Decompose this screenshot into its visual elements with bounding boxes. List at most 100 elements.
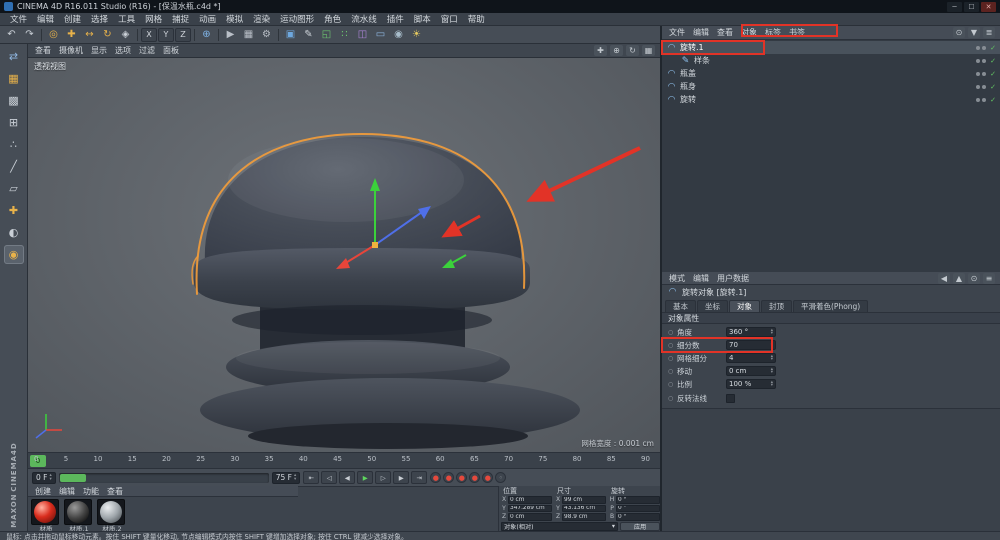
close-button[interactable]: ✕ xyxy=(981,2,996,12)
material-menu-item[interactable]: 创建 xyxy=(31,486,55,497)
material-menu-item[interactable]: 查看 xyxy=(103,486,127,497)
viewport-menu-item[interactable]: 显示 xyxy=(87,45,111,56)
camera-icon[interactable]: ◉ xyxy=(390,27,407,42)
menu-item[interactable]: 创建 xyxy=(59,13,86,25)
render-picture-viewer-icon[interactable]: ▦ xyxy=(240,27,257,42)
object-manager-menu-item[interactable]: 文件 xyxy=(665,27,689,38)
viewport[interactable]: 透视视图 网格宽度 : 0.001 cm xyxy=(28,58,660,452)
toolbar-icon[interactable] xyxy=(194,29,195,41)
material-dark[interactable]: 材质.1 xyxy=(64,499,94,533)
menu-item[interactable]: 工具 xyxy=(113,13,140,25)
attribute-tab[interactable]: 平滑着色(Phong) xyxy=(793,300,868,312)
search-icon[interactable]: ⊙ xyxy=(953,27,965,38)
panel-menu-icon[interactable]: ≡ xyxy=(983,273,995,284)
y-axis-lock-button[interactable]: Y xyxy=(158,28,174,42)
flip-normals-checkbox[interactable] xyxy=(726,394,735,403)
object-row-lathe-1[interactable]: ◠ 旋转.1 ✓ xyxy=(662,41,1000,54)
convert-editable-icon[interactable]: ⇄ xyxy=(4,47,24,66)
edges-mode-icon[interactable]: ╱ xyxy=(4,157,24,176)
stepper-icon[interactable]: ▴▾ xyxy=(771,368,773,375)
toggle-view-icon[interactable]: ▦ xyxy=(642,45,655,56)
material-red[interactable]: 材质 xyxy=(31,499,61,533)
coordinate-field[interactable]: 98.9 cm xyxy=(562,513,606,521)
attribute-menu-item[interactable]: 编辑 xyxy=(689,273,713,284)
subdivision-surface-icon[interactable]: ◱ xyxy=(318,27,335,42)
object-state-toggles[interactable]: ✓ xyxy=(976,44,996,52)
spline-pen-icon[interactable]: ✎ xyxy=(300,27,317,42)
timeline-power-slider[interactable] xyxy=(59,473,269,483)
filter-icon[interactable]: ▼ xyxy=(968,27,980,38)
record-scale-button[interactable]: ● xyxy=(469,472,480,483)
current-frame-field[interactable]: 0 F ▴▾ xyxy=(32,472,56,484)
object-manager-menu-item[interactable]: 查看 xyxy=(713,27,737,38)
coordinate-field[interactable]: 0 ° xyxy=(616,505,660,513)
record-parameter-button[interactable]: ◦ xyxy=(495,472,506,483)
coordinate-field[interactable]: 0 ° xyxy=(616,513,660,521)
end-frame-field[interactable]: 75 F ▴▾ xyxy=(272,472,301,484)
floor-icon[interactable]: ▭ xyxy=(372,27,389,42)
viewport-menu-item[interactable]: 摄像机 xyxy=(55,45,87,56)
attribute-menu-item[interactable]: 模式 xyxy=(665,273,689,284)
undo-icon[interactable]: ↶ xyxy=(3,27,20,42)
render-settings-icon[interactable]: ⚙ xyxy=(258,27,275,42)
object-row-lathe[interactable]: ◠ 旋转 ✓ xyxy=(662,93,1000,106)
stepper-icon[interactable]: ▴▾ xyxy=(771,329,773,336)
menu-item[interactable]: 编辑 xyxy=(32,13,59,25)
menu-item[interactable]: 动画 xyxy=(194,13,221,25)
coordinate-field[interactable]: 43.136 cm xyxy=(562,505,606,513)
menu-item[interactable]: 文件 xyxy=(5,13,32,25)
orbit-icon[interactable]: ↻ xyxy=(626,45,639,56)
menu-item[interactable]: 模拟 xyxy=(221,13,248,25)
material-menu-item[interactable]: 功能 xyxy=(79,486,103,497)
power-slider-handle[interactable] xyxy=(60,474,86,482)
object-manager-menu-item[interactable]: 书签 xyxy=(785,27,809,38)
viewport-solo-icon[interactable]: ◐ xyxy=(4,223,24,242)
menu-item[interactable]: 流水线 xyxy=(346,13,382,25)
light-icon[interactable]: ☀ xyxy=(408,27,425,42)
goto-start-button[interactable]: ⇤ xyxy=(303,471,319,484)
menu-item[interactable]: 运动图形 xyxy=(275,13,319,25)
next-key-button[interactable]: ▶ xyxy=(393,471,409,484)
material-menu-item[interactable]: 编辑 xyxy=(55,486,79,497)
menu-item[interactable]: 脚本 xyxy=(409,13,436,25)
viewport-label[interactable]: 透视视图 xyxy=(34,61,66,72)
cloner-icon[interactable]: ∷ xyxy=(336,27,353,42)
model-mode-icon[interactable]: ▦ xyxy=(4,69,24,88)
rotate-tool-icon[interactable]: ↻ xyxy=(99,27,116,42)
viewport-menu-item[interactable]: 查看 xyxy=(31,45,55,56)
apply-button[interactable]: 应用 xyxy=(620,522,660,531)
object-state-toggles[interactable]: ✓ xyxy=(976,70,996,78)
enable-axis-icon[interactable]: ✚ xyxy=(4,201,24,220)
live-selection-icon[interactable]: ◎ xyxy=(45,27,62,42)
menu-item[interactable]: 角色 xyxy=(319,13,346,25)
parameter-value-field[interactable]: 70 ▴▾ xyxy=(726,340,776,350)
object-manager-menu-item[interactable]: 标签 xyxy=(761,27,785,38)
object-state-toggles[interactable]: ✓ xyxy=(976,96,996,104)
parameter-value-field[interactable]: 100 % ▴▾ xyxy=(726,379,776,389)
attribute-tab[interactable]: 基本 xyxy=(665,300,696,312)
attribute-menu-item[interactable]: 用户数据 xyxy=(713,273,753,284)
menu-item[interactable]: 渲染 xyxy=(248,13,275,25)
menu-item[interactable]: 网格 xyxy=(140,13,167,25)
viewport-menu-item[interactable]: 面板 xyxy=(159,45,183,56)
viewport-menu-item[interactable]: 过滤 xyxy=(135,45,159,56)
timeline-ruler[interactable]: 0 051015202530354045505560657075808590 xyxy=(28,452,660,468)
toolbar-icon[interactable] xyxy=(41,29,42,41)
snap-enable-icon[interactable]: ◉ xyxy=(4,245,24,264)
record-rotation-button[interactable]: ● xyxy=(482,472,493,483)
object-row-body[interactable]: ◠ 瓶身 ✓ xyxy=(662,80,1000,93)
attribute-tab[interactable]: 封顶 xyxy=(761,300,792,312)
goto-end-button[interactable]: ⇥ xyxy=(411,471,427,484)
coordinate-system-icon[interactable]: ⊕ xyxy=(198,27,215,42)
coordinate-field[interactable]: 99 cm xyxy=(562,496,606,504)
move-tool-icon[interactable]: ✚ xyxy=(63,27,80,42)
last-tool-icon[interactable]: ◈ xyxy=(117,27,134,42)
model-thermos-cap[interactable] xyxy=(192,134,580,449)
prev-key-button[interactable]: ◁ xyxy=(321,471,337,484)
viewport-menu-item[interactable]: 选项 xyxy=(111,45,135,56)
menu-item[interactable]: 选择 xyxy=(86,13,113,25)
bend-deformer-icon[interactable]: ◫ xyxy=(354,27,371,42)
menu-item[interactable]: 插件 xyxy=(382,13,409,25)
record-position-button[interactable]: ● xyxy=(456,472,467,483)
parameter-value-field[interactable]: 4 ▴▾ xyxy=(726,353,776,363)
